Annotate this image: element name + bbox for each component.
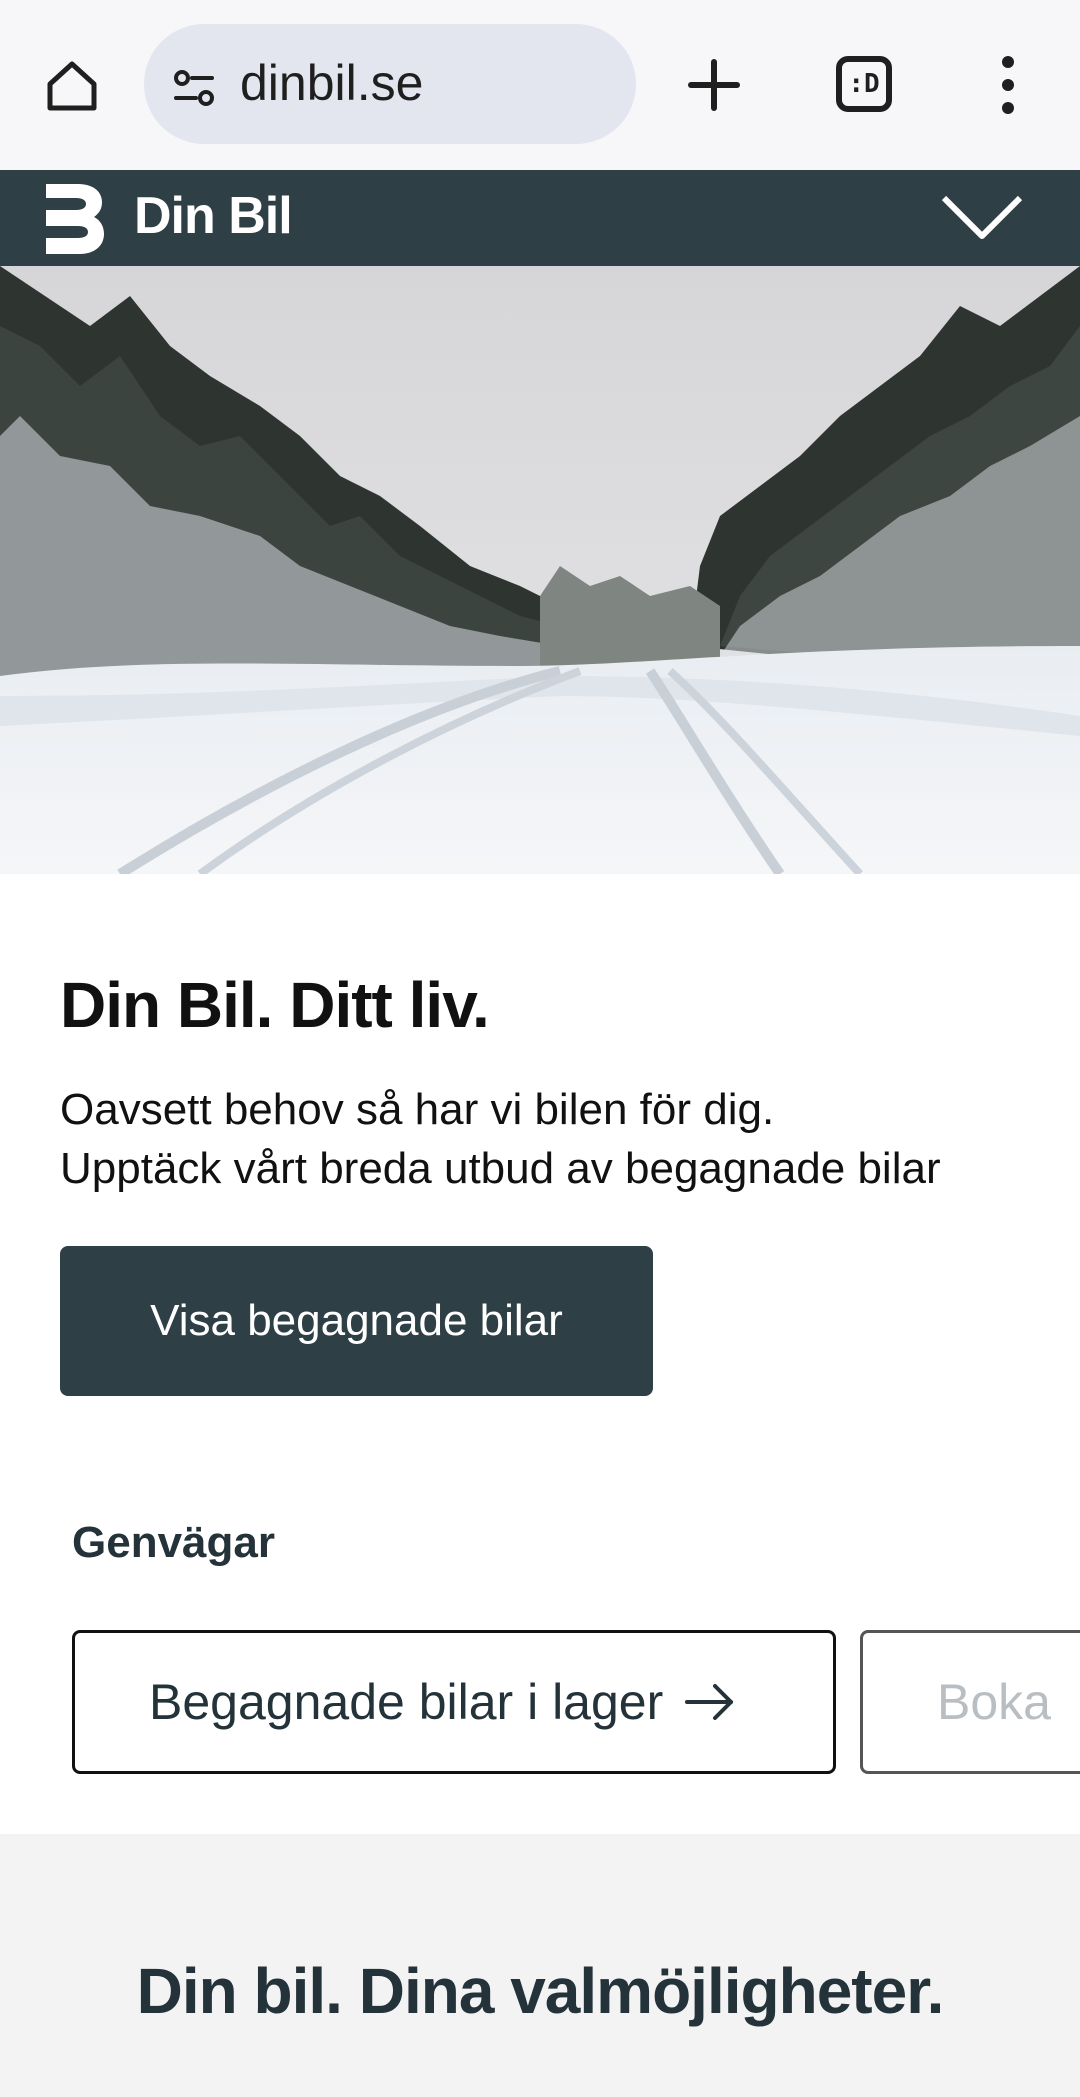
intro-title: Din Bil. Ditt liv. (60, 969, 490, 1041)
site-settings-icon[interactable] (168, 62, 220, 114)
arrow-right-icon (685, 1684, 734, 1720)
shortcut-label: Begagnade bilar i lager (149, 1674, 664, 1730)
shortcut-used-cars-in-stock[interactable]: Begagnade bilar i lager (72, 1630, 836, 1774)
shortcut-book[interactable]: Boka (860, 1630, 1080, 1774)
home-button[interactable] (36, 50, 108, 122)
shortcuts-title: Genvägar (72, 1518, 275, 1567)
options-section: Din bil. Dina valmöjligheter. (0, 1834, 1080, 2097)
hero-image (0, 266, 1080, 874)
shortcut-label: Boka (937, 1674, 1051, 1730)
new-tab-icon[interactable] (686, 52, 742, 118)
din-bil-logo-icon[interactable] (44, 180, 106, 256)
more-options-icon[interactable] (986, 52, 1030, 118)
chevron-down-icon[interactable] (940, 192, 1024, 242)
tab-switcher-button[interactable]: :D (836, 56, 892, 112)
show-used-cars-button[interactable]: Visa begagnade bilar (60, 1246, 653, 1396)
brand-name[interactable]: Din Bil (134, 186, 293, 246)
url-text: dinbil.se (240, 55, 424, 111)
address-bar[interactable]: dinbil.se (144, 24, 636, 144)
browser-toolbar: dinbil.se :D (0, 0, 1080, 170)
intro-line-1: Oavsett behov så har vi bilen för dig. (60, 1085, 775, 1134)
home-icon (47, 61, 97, 111)
intro-text: Oavsett behov så har vi bilen för dig. U… (60, 1080, 1040, 1198)
site-header: Din Bil (0, 170, 1080, 266)
intro-line-2: Upptäck vårt breda utbud av begagnade bi… (60, 1144, 941, 1193)
options-section-title: Din bil. Dina valmöjligheter. (136, 1955, 945, 2027)
